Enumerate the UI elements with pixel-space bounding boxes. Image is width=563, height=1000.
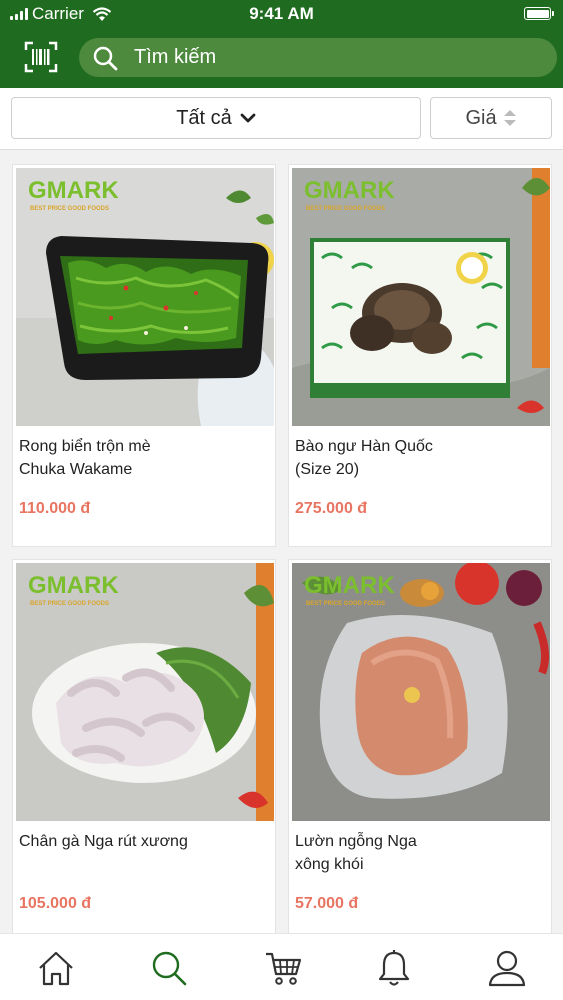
barcode-scan-icon <box>24 41 58 73</box>
search-icon <box>152 951 187 986</box>
svg-text:GMARK: GMARK <box>304 572 395 599</box>
search-icon <box>93 46 118 70</box>
product-card[interactable]: GMARK BEST PRICE GOOD FOODS Bào ngư Hàn … <box>288 164 552 547</box>
product-name: Bào ngư Hàn Quốc (Size 20) <box>295 438 433 478</box>
product-image: GMARK BEST PRICE GOOD FOODS <box>16 168 274 426</box>
category-dropdown[interactable]: Tất cả <box>11 97 421 139</box>
tab-account[interactable] <box>487 948 527 988</box>
tab-search[interactable] <box>149 948 189 988</box>
search-input[interactable] <box>134 46 514 69</box>
user-icon <box>488 950 526 987</box>
product-name: Chân gà Nga rút xương <box>19 833 188 850</box>
category-dropdown-value: Tất cả <box>176 106 232 129</box>
svg-text:GMARK: GMARK <box>28 177 119 204</box>
barcode-scan-button[interactable] <box>24 41 58 73</box>
app-header: Carrier 9:41 AM <box>0 0 563 88</box>
svg-text:GMARK: GMARK <box>304 177 395 204</box>
product-image: GMARK BEST PRICE GOOD FOODS <box>16 563 274 821</box>
chevron-down-icon <box>240 113 256 123</box>
battery-icon <box>524 7 554 20</box>
product-price: 105.000 đ <box>19 895 92 912</box>
status-bar: Carrier 9:41 AM <box>0 0 563 30</box>
status-time: 9:41 AM <box>249 4 314 23</box>
home-icon <box>39 951 73 986</box>
product-grid: GMARK BEST PRICE GOOD FOODS Rong biển tr… <box>0 150 563 933</box>
product-name: Rong biển trộn mè Chuka Wakame <box>19 438 151 478</box>
svg-text:BEST PRICE GOOD FOODS: BEST PRICE GOOD FOODS <box>30 206 109 212</box>
filter-bar: Tất cả Giá <box>0 88 563 150</box>
product-card[interactable]: GMARK BEST PRICE GOOD FOODS Chân gà Nga … <box>12 559 276 933</box>
bell-icon <box>378 950 410 986</box>
product-name: Lườn ngỗng Nga xông khói <box>295 833 417 873</box>
price-sort-button[interactable]: Giá <box>430 97 552 139</box>
svg-text:BEST PRICE GOOD FOODS: BEST PRICE GOOD FOODS <box>30 601 109 607</box>
product-price: 57.000 đ <box>295 895 359 912</box>
tab-home[interactable] <box>36 948 76 988</box>
sort-icon <box>503 110 516 126</box>
product-image: GMARK BEST PRICE GOOD FOODS <box>292 563 550 821</box>
tab-notifications[interactable] <box>374 948 414 988</box>
price-sort-label: Giá <box>465 106 497 129</box>
svg-text:BEST PRICE GOOD FOODS: BEST PRICE GOOD FOODS <box>306 206 385 212</box>
search-bar[interactable] <box>79 38 557 77</box>
product-price: 275.000 đ <box>295 500 368 517</box>
product-price: 110.000 đ <box>19 500 91 517</box>
product-card[interactable]: GMARK BEST PRICE GOOD FOODS Lườn ngỗng N… <box>288 559 552 933</box>
tab-cart[interactable] <box>263 948 303 988</box>
product-card[interactable]: GMARK BEST PRICE GOOD FOODS Rong biển tr… <box>12 164 276 547</box>
product-image: GMARK BEST PRICE GOOD FOODS <box>292 168 550 426</box>
cart-icon <box>266 952 302 985</box>
bottom-tab-bar <box>0 933 563 1000</box>
svg-text:BEST PRICE GOOD FOODS: BEST PRICE GOOD FOODS <box>306 601 385 607</box>
svg-text:GMARK: GMARK <box>28 572 119 599</box>
